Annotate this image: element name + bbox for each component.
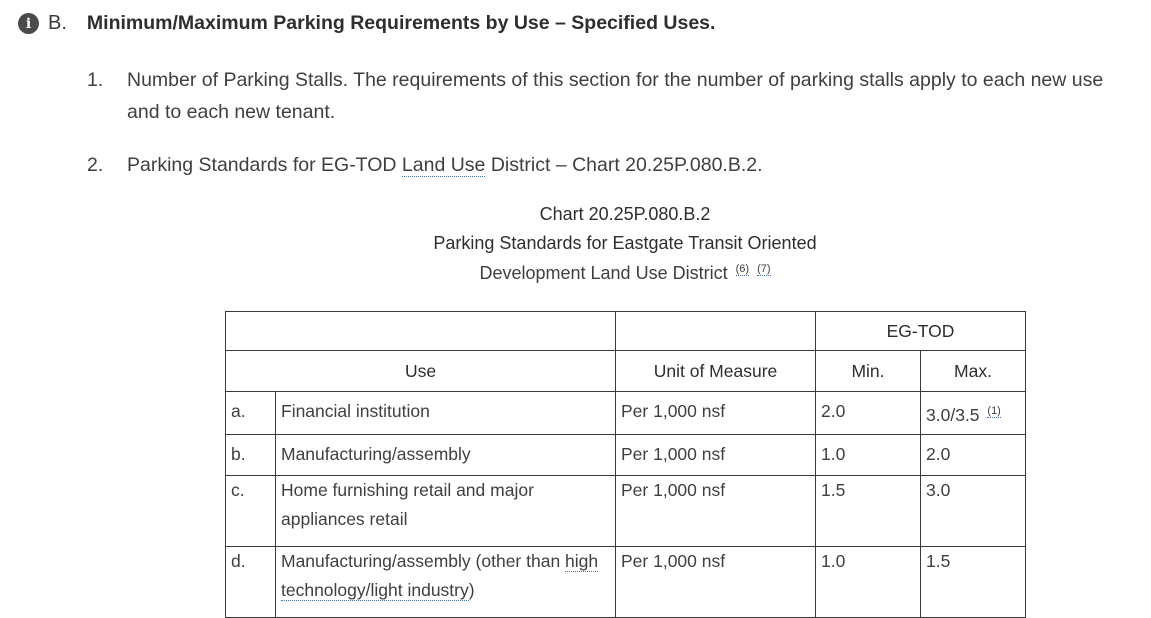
min-header: Min. [815,350,921,392]
use-text-start: Manufacturing/assembly (other than [281,550,566,571]
chart-subtitle: Development Land Use District (6) (7) [0,263,1151,284]
table-row: a. Financial institution Per 1,000 nsf 2… [225,391,1026,435]
item-number: 1. [87,69,104,91]
list-item-2: 2. Parking Standards for EG-TOD Land Use… [87,149,1122,181]
section-letter: B. [48,12,67,34]
item-text: Parking Standards for EG-TOD Land Use Di… [127,149,1122,181]
section-heading: i B. Minimum/Maximum Parking Requirement… [18,12,715,35]
max-cell: 1.5 [920,545,1026,618]
chart-subtitle-text: Development Land Use District [479,263,728,283]
parking-standards-table: EG-TOD Use Unit of Measure Min. Max. a. … [225,311,1026,618]
row-letter: d. [225,545,276,618]
item-text-start: Parking Standards for EG-TOD [127,154,402,176]
item-number: 2. [87,154,104,176]
table-header-row: Use Unit of Measure Min. Max. [225,350,1026,392]
footnote-7-link[interactable]: (7) [757,263,771,276]
chart-title-number: Chart 20.25P.080.B.2 [539,204,711,224]
max-value: 3.0/3.5 [926,404,980,425]
item-text: Number of Parking Stalls. The requiremen… [127,69,1104,123]
use-cell: Manufacturing/assembly (other than high … [275,545,616,618]
use-cell: Home furnishing retail and major applian… [275,474,616,547]
table-header-row: EG-TOD [225,311,1026,351]
table-row: b. Manufacturing/assembly Per 1,000 nsf … [225,433,1026,476]
footnote-6-link[interactable]: (6) [735,263,750,276]
use-cell: Manufacturing/assembly [275,433,616,476]
table-row: d. Manufacturing/assembly (other than hi… [225,545,1026,618]
row-letter: c. [225,474,276,547]
land-use-definition-link[interactable]: Land Use [401,154,486,177]
eg-tod-header: EG-TOD [815,311,1026,351]
use-text-end: ) [468,579,475,600]
empty-header-cell [225,311,616,351]
max-cell: 2.0 [920,433,1026,476]
min-cell: 2.0 [815,391,921,435]
min-cell: 1.5 [815,474,921,547]
unit-cell: Per 1,000 nsf [615,545,816,618]
unit-cell: Per 1,000 nsf [615,433,816,476]
max-cell: 3.0/3.5 (1) [920,391,1026,435]
unit-header: Unit of Measure [615,350,816,392]
max-header: Max. [920,350,1026,392]
empty-header-cell [615,311,816,351]
list-item-1: 1. Number of Parking Stalls. The require… [87,64,1122,128]
info-icon[interactable]: i [18,13,39,34]
use-cell: Financial institution [275,391,616,435]
max-cell: 3.0 [920,474,1026,547]
section-title: Minimum/Maximum Parking Requirements by … [86,12,716,34]
min-cell: 1.0 [815,545,921,618]
chart-title: Parking Standards for Eastgate Transit O… [433,233,817,253]
table-row: c. Home furnishing retail and major appl… [225,474,1026,547]
use-header: Use [225,350,616,392]
min-cell: 1.0 [815,433,921,476]
item-text-end: District – Chart 20.25P.080.B.2. [485,154,763,176]
row-letter: b. [225,433,276,476]
footnote-1-link[interactable]: (1) [987,405,1001,418]
row-letter: a. [225,391,276,435]
unit-cell: Per 1,000 nsf [615,474,816,547]
page: i B. Minimum/Maximum Parking Requirement… [0,0,1151,618]
unit-cell: Per 1,000 nsf [615,391,816,435]
